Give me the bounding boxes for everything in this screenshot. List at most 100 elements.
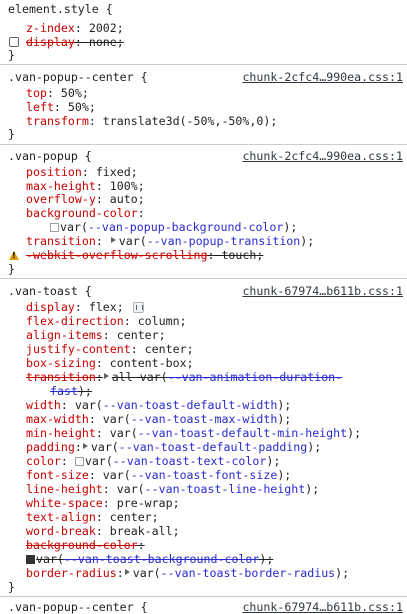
expand-triangle-icon[interactable] bbox=[124, 569, 130, 575]
property-value: content-box bbox=[109, 356, 187, 370]
declaration-color[interactable]: color: var(--van-toast-text-color); bbox=[26, 454, 280, 468]
expand-triangle-icon[interactable] bbox=[110, 237, 116, 243]
declaration-value-continuation[interactable]: var(--van-popup-background-color); bbox=[50, 220, 297, 234]
source-link[interactable]: chunk-2cfc4…990ea.css:1 bbox=[242, 70, 403, 84]
css-variable[interactable]: --van-popup-transition bbox=[147, 234, 301, 248]
declaration-padding[interactable]: padding: var(--van-toast-default-padding)… bbox=[26, 440, 321, 454]
declaration-min-height[interactable]: min-height: var(--van-toast-default-min-… bbox=[26, 426, 361, 440]
source-link[interactable]: chunk-67974…b611b.css:1 bbox=[242, 600, 403, 614]
property-name: -webkit-overflow-scrolling bbox=[26, 248, 208, 262]
declaration-align-items[interactable]: align-items: center; bbox=[26, 328, 166, 342]
declaration-word-break[interactable]: word-break: break-all; bbox=[26, 524, 180, 538]
property-name: top bbox=[26, 86, 47, 100]
property-name: white-space bbox=[26, 496, 103, 510]
property-name: z-index bbox=[26, 21, 75, 35]
property-value: 50% bbox=[60, 86, 82, 100]
declaration-background-color[interactable]: background-color: bbox=[26, 206, 145, 220]
toggle-checkbox[interactable] bbox=[9, 37, 19, 47]
source-link[interactable]: chunk-67974…b611b.css:1 bbox=[242, 284, 403, 298]
declaration-value-continuation[interactable]: fast); bbox=[50, 384, 92, 398]
css-variable[interactable]: --van-toast-font-size bbox=[131, 468, 278, 482]
rule-divider bbox=[0, 278, 407, 279]
property-value: center bbox=[144, 342, 187, 356]
css-variable[interactable]: --van-toast-default-min-height bbox=[138, 426, 347, 440]
property-name: display bbox=[26, 35, 75, 49]
warning-icon[interactable] bbox=[9, 251, 19, 260]
declaration-max-height[interactable]: max-height: 100%; bbox=[26, 179, 145, 193]
declaration-transition[interactable]: transition: var(--van-popup-transition); bbox=[26, 234, 314, 248]
rule-close-brace: } bbox=[8, 262, 15, 276]
property-value: center bbox=[116, 328, 159, 342]
property-value: fixed bbox=[95, 165, 131, 179]
property-name: left bbox=[26, 100, 54, 114]
css-variable[interactable]: --van-toast-text-color bbox=[113, 454, 267, 468]
color-swatch[interactable] bbox=[74, 457, 84, 466]
property-name: border-radius bbox=[26, 566, 117, 580]
rule-divider bbox=[0, 596, 407, 597]
property-name: display bbox=[26, 300, 75, 314]
declaration-white-space[interactable]: white-space: pre-wrap; bbox=[26, 496, 180, 510]
declaration-background-color[interactable]: background-color: bbox=[26, 538, 145, 552]
css-variable[interactable]: --van-toast-default-width bbox=[103, 398, 278, 412]
css-variable[interactable]: --van-toast-border-radius bbox=[161, 566, 336, 580]
property-name: position bbox=[26, 165, 82, 179]
declaration-value-continuation[interactable]: var(--van-toast-background-color); bbox=[26, 552, 273, 566]
css-variable[interactable]: fast bbox=[50, 384, 78, 398]
property-value: translate3d(-50%,-50%,0) bbox=[102, 114, 271, 128]
property-value: 100% bbox=[109, 179, 138, 193]
declaration-display[interactable]: display: flex; bbox=[26, 300, 144, 314]
property-value: break-all bbox=[109, 524, 173, 538]
declaration-justify-content[interactable]: justify-content: center; bbox=[26, 342, 194, 356]
declaration-border-radius[interactable]: border-radius: var(--van-toast-border-rad… bbox=[26, 566, 349, 580]
property-name: min-height bbox=[26, 426, 96, 440]
declaration-text-align[interactable]: text-align: center; bbox=[26, 510, 159, 524]
rule-close-brace: } bbox=[8, 127, 15, 141]
property-value: center bbox=[109, 510, 152, 524]
declaration-z-index[interactable]: z-index: 2002; bbox=[26, 21, 124, 35]
property-name: transform bbox=[26, 114, 89, 128]
declaration-flex-direction[interactable]: flex-direction: column; bbox=[26, 314, 187, 328]
declaration-top[interactable]: top: 50%; bbox=[26, 86, 89, 100]
source-link[interactable]: chunk-2cfc4…990ea.css:1 bbox=[242, 149, 403, 163]
css-variable[interactable]: --van-popup-background-color bbox=[88, 220, 283, 234]
declaration-box-sizing[interactable]: box-sizing: content-box; bbox=[26, 356, 194, 370]
expand-triangle-icon[interactable] bbox=[82, 443, 88, 449]
flexbox-editor-icon[interactable] bbox=[132, 302, 144, 313]
expand-triangle-icon[interactable] bbox=[103, 373, 109, 379]
declaration-max-width[interactable]: max-width: var(--van-toast-max-width); bbox=[26, 412, 291, 426]
declaration-webkit-overflow-scrolling[interactable]: -webkit-overflow-scrolling: touch; bbox=[26, 248, 263, 262]
color-swatch[interactable] bbox=[50, 223, 59, 232]
property-value: auto bbox=[109, 192, 138, 206]
declaration-font-size[interactable]: font-size: var(--van-toast-font-size); bbox=[26, 468, 291, 482]
rule-selector[interactable]: element.style { bbox=[8, 2, 113, 16]
declaration-left[interactable]: left: 50%; bbox=[26, 100, 96, 114]
property-name: justify-content bbox=[26, 342, 131, 356]
property-name: max-height bbox=[26, 179, 96, 193]
css-variable[interactable]: --van-toast-line-height bbox=[145, 482, 306, 496]
property-value: column bbox=[137, 314, 180, 328]
property-name: overflow-y bbox=[26, 192, 96, 206]
property-name: line-height bbox=[26, 482, 103, 496]
rule-selector[interactable]: .van-toast { bbox=[8, 284, 92, 298]
property-name: font-size bbox=[26, 468, 89, 482]
declaration-display[interactable]: display: none; bbox=[26, 35, 124, 49]
property-name: width bbox=[26, 398, 61, 412]
declaration-line-height[interactable]: line-height: var(--van-toast-line-height… bbox=[26, 482, 319, 496]
rule-divider bbox=[0, 64, 407, 65]
property-name: flex-direction bbox=[26, 314, 124, 328]
declaration-transform[interactable]: transform: translate3d(-50%,-50%,0); bbox=[26, 114, 277, 128]
css-variable[interactable]: --van-toast-max-width bbox=[131, 412, 278, 426]
declaration-position[interactable]: position: fixed; bbox=[26, 165, 138, 179]
declaration-width[interactable]: width: var(--van-toast-default-width); bbox=[26, 398, 291, 412]
property-name: transition bbox=[26, 234, 96, 248]
declaration-transition[interactable]: transition: all var(--van-animation-durat… bbox=[26, 370, 342, 384]
css-variable[interactable]: --van-animation-duration- bbox=[168, 370, 343, 384]
rule-selector[interactable]: .van-popup { bbox=[8, 149, 92, 163]
color-swatch[interactable] bbox=[26, 555, 35, 564]
declaration-overflow-y[interactable]: overflow-y: auto; bbox=[26, 192, 145, 206]
rule-selector[interactable]: .van-popup--center { bbox=[8, 600, 148, 614]
property-name: box-sizing bbox=[26, 356, 96, 370]
css-variable[interactable]: --van-toast-default-padding bbox=[119, 440, 307, 454]
css-variable[interactable]: --van-toast-background-color bbox=[64, 552, 259, 566]
rule-selector[interactable]: .van-popup--center { bbox=[8, 70, 148, 84]
